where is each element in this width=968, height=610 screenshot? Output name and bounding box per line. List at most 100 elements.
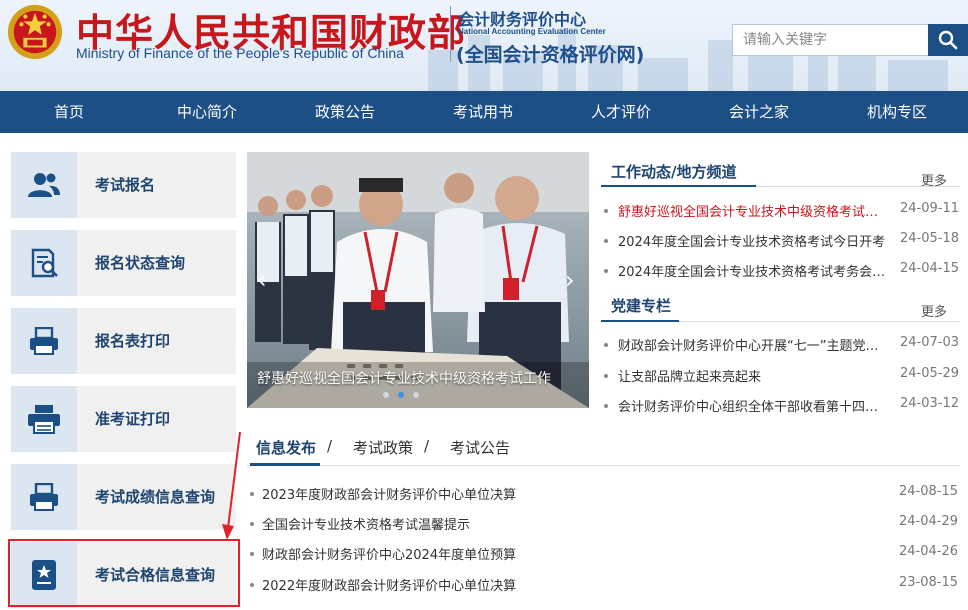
- tab-info-release[interactable]: 信息发布: [256, 437, 316, 458]
- service-icon-box: [11, 308, 77, 374]
- bullet: [250, 492, 254, 496]
- document-search-icon: [31, 248, 58, 278]
- active-tab-underline: [250, 463, 320, 466]
- service-icon-box: [11, 464, 77, 530]
- search-button[interactable]: [928, 24, 968, 56]
- bullet: [250, 583, 254, 587]
- party-news-title[interactable]: 党建专栏: [611, 295, 671, 316]
- tab-exam-policy[interactable]: 考试政策: [353, 437, 413, 458]
- party-news-title-underline: [601, 320, 679, 322]
- tabs-rule: [247, 465, 960, 466]
- info-link[interactable]: 2023年度财政部会计财务评价中心单位决算: [262, 484, 516, 503]
- center-network-name: (全国会计资格评价网): [456, 44, 645, 66]
- bullet: [250, 522, 254, 526]
- info-tabs: 信息发布 / 考试政策 / 考试公告: [247, 437, 968, 465]
- work-news-title-underline: [601, 185, 756, 187]
- info-link[interactable]: 2022年度财政部会计财务评价中心单位决算: [262, 575, 516, 594]
- title-divider: [450, 6, 451, 62]
- annotation-arrow: [222, 431, 241, 540]
- bullet: [604, 404, 608, 408]
- users-icon: [28, 173, 60, 197]
- bullet: [604, 209, 608, 213]
- work-news-more-link[interactable]: 更多: [921, 170, 947, 189]
- carousel-dots: [383, 392, 419, 398]
- service-label: 考试成绩信息查询: [95, 488, 216, 506]
- service-label: 报名状态查询: [95, 254, 186, 272]
- tab-separator: /: [327, 437, 333, 455]
- search-icon: [938, 30, 958, 50]
- site-header: 中华人民共和国财政部 Ministry of Finance of the Pe…: [0, 0, 968, 91]
- news-item: 让支部品牌立起来亮起来 24-05-29: [604, 366, 960, 386]
- nav-item-home[interactable]: 首页: [0, 91, 138, 133]
- service-registration-status[interactable]: 报名状态查询: [11, 230, 236, 296]
- tab-exam-announcement[interactable]: 考试公告: [450, 437, 510, 458]
- service-form-print[interactable]: 报名表打印: [11, 308, 236, 374]
- nav-item-policy[interactable]: 政策公告: [276, 91, 414, 133]
- service-admission-print[interactable]: 准考证打印: [11, 386, 236, 452]
- bullet: [604, 269, 608, 273]
- service-label: 考试报名: [95, 176, 156, 194]
- news-item: 财政部会计财务评价中心开展“七一”主题党日活动 24-07-03: [604, 335, 960, 355]
- bullet: [250, 552, 254, 556]
- printer-icon: [28, 405, 60, 434]
- carousel-dot[interactable]: [413, 392, 419, 398]
- news-date: 24-05-29: [900, 366, 960, 381]
- news-item: 舒惠好巡视全国会计专业技术中级资格考试工作 24-09-11: [604, 201, 960, 221]
- news-carousel[interactable]: ‹ › 舒惠好巡视全国会计专业技术中级资格考试工作: [247, 152, 589, 408]
- service-icon-box: [11, 386, 77, 452]
- service-icon-box: [11, 152, 77, 218]
- info-date: 24-04-29: [899, 514, 959, 529]
- nav-item-talent[interactable]: 人才评价: [552, 91, 690, 133]
- news-date: 24-07-03: [900, 335, 960, 350]
- party-news-more-link[interactable]: 更多: [921, 301, 947, 320]
- info-link[interactable]: 财政部会计财务评价中心2024年度单位预算: [262, 544, 516, 563]
- nav-item-accountant-home[interactable]: 会计之家: [690, 91, 828, 133]
- info-date: 24-08-15: [899, 484, 959, 499]
- service-score-query[interactable]: 考试成绩信息查询: [11, 464, 236, 530]
- bullet: [604, 239, 608, 243]
- tab-separator: /: [424, 437, 430, 455]
- nav-item-about[interactable]: 中心简介: [138, 91, 276, 133]
- news-link[interactable]: 2024年度全国会计专业技术资格考试考务会议召开: [618, 261, 890, 280]
- printer-icon: [30, 327, 58, 355]
- service-label: 报名表打印: [95, 332, 171, 350]
- news-link[interactable]: 2024年度全国会计专业技术资格考试今日开考: [618, 231, 890, 250]
- bullet: [604, 374, 608, 378]
- main-nav: 首页 中心简介 政策公告 考试用书 人才评价 会计之家 机构专区: [0, 91, 968, 133]
- news-link[interactable]: 让支部品牌立起来亮起来: [618, 366, 890, 385]
- news-item: 会计财务评价中心组织全体干部收看第十四届全国人大 24-03-12: [604, 396, 960, 416]
- carousel-dot[interactable]: [383, 392, 389, 398]
- service-icon-box: [11, 230, 77, 296]
- center-name-en: National Accounting Evaluation Center: [458, 27, 606, 36]
- service-label: 准考证打印: [95, 410, 171, 428]
- news-link[interactable]: 财政部会计财务评价中心开展“七一”主题党日活动: [618, 335, 890, 354]
- list-item: 2023年度财政部会计财务评价中心单位决算 24-08-15: [247, 484, 960, 504]
- news-date: 24-04-15: [900, 261, 960, 276]
- list-item: 全国会计专业技术资格考试温馨提示 24-04-29: [247, 514, 960, 534]
- annotation-highlight-box: [8, 539, 240, 607]
- info-link[interactable]: 全国会计专业技术资格考试温馨提示: [262, 514, 470, 533]
- work-news-title[interactable]: 工作动态/地方频道: [611, 161, 736, 182]
- news-link[interactable]: 舒惠好巡视全国会计专业技术中级资格考试工作: [618, 201, 890, 220]
- news-date: 24-09-11: [900, 201, 960, 216]
- search-box: [732, 24, 968, 56]
- nav-item-books[interactable]: 考试用书: [414, 91, 552, 133]
- site-subtitle: Ministry of Finance of the People's Repu…: [76, 45, 404, 61]
- nav-item-institutions[interactable]: 机构专区: [828, 91, 966, 133]
- info-date: 23-08-15: [899, 575, 959, 590]
- news-item: 2024年度全国会计专业技术资格考试今日开考 24-05-18: [604, 231, 960, 251]
- service-exam-registration[interactable]: 考试报名: [11, 152, 236, 218]
- list-item: 2022年度财政部会计财务评价中心单位决算 23-08-15: [247, 575, 960, 595]
- search-input[interactable]: [732, 24, 928, 56]
- chevron-left-icon[interactable]: ‹: [257, 266, 267, 294]
- printer-icon: [30, 483, 58, 511]
- bullet: [604, 343, 608, 347]
- carousel-caption[interactable]: 舒惠好巡视全国会计专业技术中级资格考试工作: [257, 368, 551, 388]
- news-link[interactable]: 会计财务评价中心组织全体干部收看第十四届全国人大: [618, 396, 890, 415]
- news-item: 2024年度全国会计专业技术资格考试考务会议召开 24-04-15: [604, 261, 960, 281]
- news-date: 24-05-18: [900, 231, 960, 246]
- chevron-right-icon[interactable]: ›: [565, 266, 575, 294]
- national-emblem-icon: [7, 4, 63, 60]
- carousel-dot-active[interactable]: [398, 392, 404, 398]
- list-item: 财政部会计财务评价中心2024年度单位预算 24-04-26: [247, 544, 960, 564]
